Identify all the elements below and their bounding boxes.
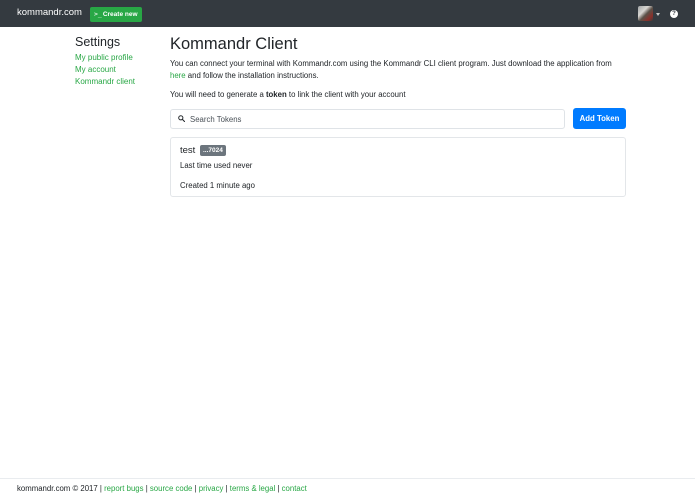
sidebar-item-kommandr-client[interactable]: Kommandr client xyxy=(75,77,135,86)
brand-link[interactable]: kommandr.com xyxy=(17,7,82,18)
create-new-label: Create new xyxy=(102,11,138,18)
top-navbar: kommandr.com >_Create new ? xyxy=(0,0,695,27)
token-last-used: Last time used never xyxy=(180,161,253,170)
footer-copyright: kommandr.com © 2017 xyxy=(17,484,98,493)
token-created: Created 1 minute ago xyxy=(180,181,255,190)
footer-link-terms-legal[interactable]: terms & legal xyxy=(230,484,276,493)
footer-link-privacy[interactable]: privacy xyxy=(199,484,224,493)
search-tokens-input[interactable] xyxy=(190,112,550,126)
download-here-link[interactable]: here xyxy=(170,71,186,80)
token-name: test xyxy=(180,145,196,156)
help-icon[interactable]: ? xyxy=(670,10,678,18)
footer-link-contact[interactable]: contact xyxy=(282,484,307,493)
sidebar-item-my-account[interactable]: My account xyxy=(75,65,116,74)
chevron-down-icon[interactable] xyxy=(656,13,660,16)
footer: kommandr.com © 2017 | report bugs | sour… xyxy=(17,484,307,493)
terminal-icon: >_ xyxy=(94,10,102,18)
footer-link-source-code[interactable]: source code xyxy=(150,484,192,493)
token-suffix-badge: ...7024 xyxy=(200,145,226,156)
add-token-button[interactable]: Add Token xyxy=(573,108,626,129)
create-new-button[interactable]: >_Create new xyxy=(90,7,142,22)
search-box xyxy=(170,109,565,129)
search-icon xyxy=(178,115,185,122)
footer-link-report-bugs[interactable]: report bugs xyxy=(104,484,143,493)
client-description: You can connect your terminal with Komma… xyxy=(170,59,612,80)
token-card[interactable]: test ...7024 Last time used never Create… xyxy=(170,137,626,197)
footer-divider xyxy=(0,478,695,479)
sidebar-item-public-profile[interactable]: My public profile xyxy=(75,53,133,62)
avatar[interactable] xyxy=(638,6,653,21)
page-title: Kommandr Client xyxy=(170,35,298,53)
token-hint: You will need to generate a token to lin… xyxy=(170,90,406,99)
sidebar-title: Settings xyxy=(75,35,121,49)
